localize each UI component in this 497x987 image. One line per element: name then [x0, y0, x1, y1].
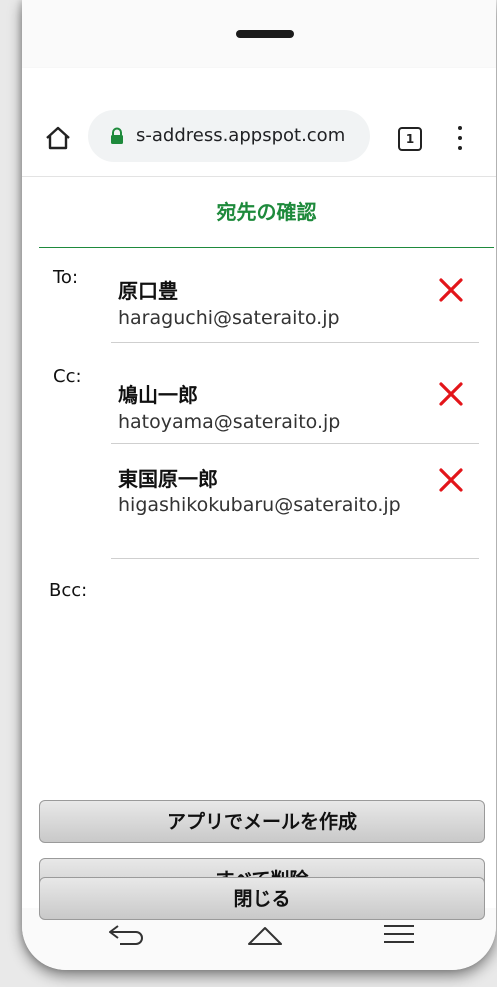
page-title: 宛先の確認: [39, 177, 494, 248]
recipient-name: 東国原一郎: [118, 467, 218, 491]
cc-recipient-row: 東国原一郎 higashikokubaru@sateraito.jp: [111, 444, 479, 559]
address-bar[interactable]: s-address.appspot.com: [88, 110, 370, 162]
recipient-email: haraguchi@sateraito.jp: [118, 307, 340, 329]
close-x-icon[interactable]: [438, 277, 464, 303]
phone-top-bezel: [22, 0, 496, 69]
lock-icon: [111, 127, 123, 144]
phone-frame: s-address.appspot.com 1 宛先の確認 To: 原口豊 ha…: [22, 0, 496, 970]
recipient-name: 鳩山一郎: [118, 383, 198, 407]
url-text: s-address.appspot.com: [136, 125, 346, 146]
home-icon[interactable]: [44, 124, 72, 152]
recents-menu-icon[interactable]: [382, 922, 416, 946]
recipient-name: 原口豊: [118, 279, 178, 303]
speaker-grille: [236, 30, 294, 38]
nav-home-icon[interactable]: [246, 920, 284, 948]
cc-recipient-row: 鳩山一郎 hatoyama@sateraito.jp: [111, 343, 479, 444]
close-x-icon[interactable]: [438, 467, 464, 493]
close-button[interactable]: 閉じる: [39, 877, 485, 920]
bcc-label: Bcc:: [49, 580, 88, 601]
browser-toolbar: s-address.appspot.com 1: [22, 68, 496, 177]
back-icon[interactable]: [106, 920, 146, 948]
to-label: To:: [53, 267, 79, 288]
to-recipient-row: 原口豊 haraguchi@sateraito.jp: [111, 257, 479, 343]
compose-in-app-button[interactable]: アプリでメールを作成: [39, 800, 485, 843]
confirm-page: 宛先の確認 To: 原口豊 haraguchi@sateraito.jp Cc:…: [22, 177, 496, 908]
recipient-email: higashikokubaru@sateraito.jp: [118, 494, 401, 516]
tab-switcher-button[interactable]: 1: [398, 127, 422, 151]
cc-label: Cc:: [53, 366, 82, 387]
screen: s-address.appspot.com 1 宛先の確認 To: 原口豊 ha…: [22, 68, 496, 908]
more-vert-icon[interactable]: [454, 124, 466, 152]
close-x-icon[interactable]: [438, 381, 464, 407]
recipient-email: hatoyama@sateraito.jp: [118, 411, 341, 433]
